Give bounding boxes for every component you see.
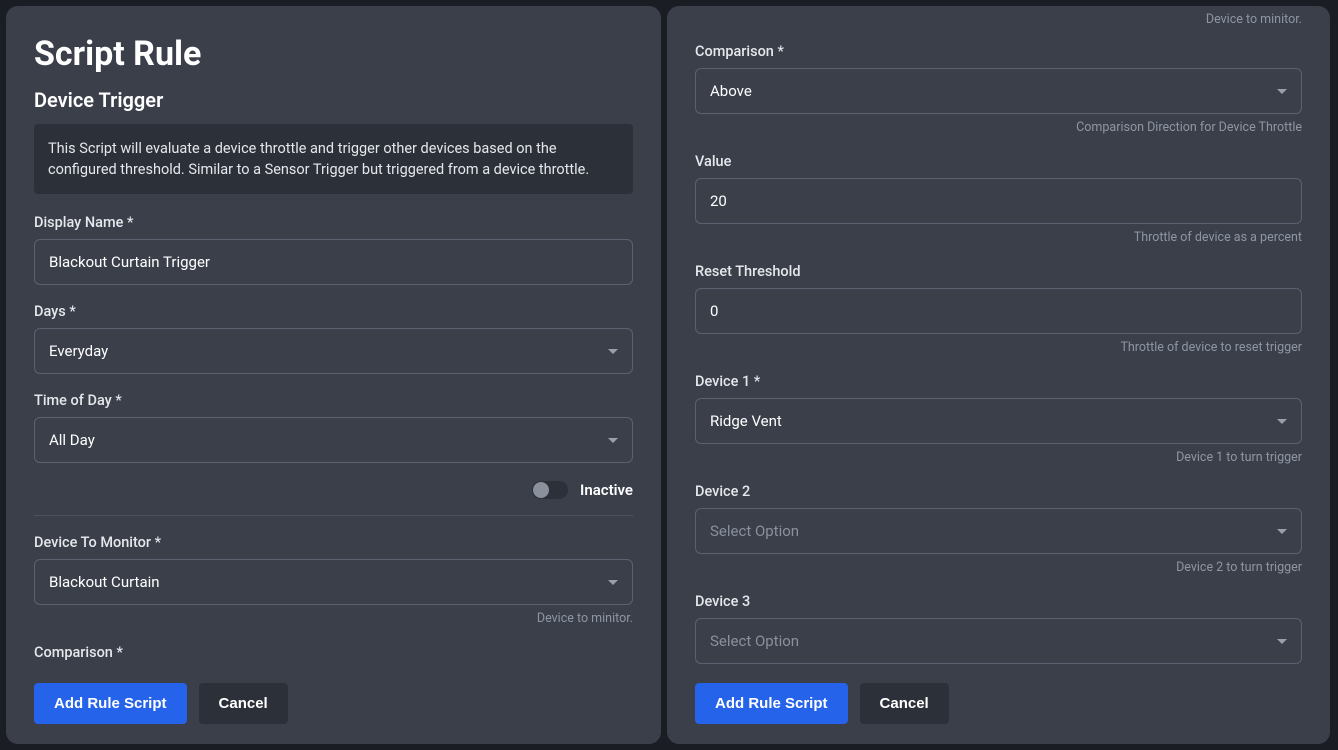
- select-device-to-monitor[interactable]: Blackout Curtain: [34, 559, 633, 605]
- hint-reset-threshold: Throttle of device to reset trigger: [695, 340, 1302, 355]
- hint-device-1: Device 1 to turn trigger: [695, 450, 1302, 465]
- chevron-down-icon: [1277, 419, 1287, 424]
- label-display-name: Display Name *: [34, 214, 633, 231]
- chevron-down-icon: [1277, 89, 1287, 94]
- cancel-button[interactable]: Cancel: [860, 683, 949, 724]
- chevron-down-icon: [1277, 529, 1287, 534]
- select-days-value: Everyday: [49, 342, 108, 360]
- panel-body-left: Script Rule Device Trigger This Script w…: [6, 6, 661, 669]
- field-value: Value 20 Throttle of device as a percent: [695, 153, 1302, 245]
- chevron-down-icon: [608, 580, 618, 585]
- label-device-to-monitor: Device To Monitor *: [34, 534, 633, 551]
- input-display-name-value: Blackout Curtain Trigger: [49, 253, 210, 271]
- toggle-row-inactive: Inactive: [34, 481, 633, 499]
- label-time-of-day: Time of Day *: [34, 392, 633, 409]
- select-device-3[interactable]: Select Option: [695, 618, 1302, 664]
- select-days[interactable]: Everyday: [34, 328, 633, 374]
- description-box: This Script will evaluate a device throt…: [34, 124, 633, 194]
- panel-footer-right: Add Rule Script Cancel: [667, 669, 1330, 744]
- add-rule-script-button[interactable]: Add Rule Script: [695, 683, 848, 724]
- hint-device-2: Device 2 to turn trigger: [695, 560, 1302, 575]
- select-device-1-value: Ridge Vent: [710, 412, 782, 430]
- add-rule-script-button[interactable]: Add Rule Script: [34, 683, 187, 724]
- divider: [34, 515, 633, 516]
- field-days: Days * Everyday: [34, 303, 633, 374]
- cancel-button[interactable]: Cancel: [199, 683, 288, 724]
- label-device-2: Device 2: [695, 483, 1302, 500]
- select-device-1[interactable]: Ridge Vent: [695, 398, 1302, 444]
- hint-value: Throttle of device as a percent: [695, 230, 1302, 245]
- field-device-3: Device 3 Select Option Device 3 to turn …: [695, 593, 1302, 669]
- select-device-2-placeholder: Select Option: [710, 522, 799, 540]
- panel-title: Script Rule: [34, 34, 633, 74]
- field-device-to-monitor: Device To Monitor * Blackout Curtain Dev…: [34, 534, 633, 626]
- label-comparison: Comparison *: [695, 43, 1302, 60]
- toggle-inactive[interactable]: [532, 481, 568, 499]
- panel-body-right: Device to minitor. Comparison * Above Co…: [667, 6, 1330, 669]
- select-time-of-day[interactable]: All Day: [34, 417, 633, 463]
- chevron-down-icon: [608, 438, 618, 443]
- input-value-value: 20: [710, 192, 727, 210]
- field-display-name: Display Name * Blackout Curtain Trigger: [34, 214, 633, 285]
- field-comparison: Comparison * Above Comparison Direction …: [695, 43, 1302, 135]
- label-comparison-cut: Comparison *: [34, 644, 633, 661]
- script-rule-panel-left: Script Rule Device Trigger This Script w…: [6, 6, 661, 744]
- panel-footer-left: Add Rule Script Cancel: [6, 669, 661, 744]
- chevron-down-icon: [1277, 639, 1287, 644]
- input-reset-threshold[interactable]: 0: [695, 288, 1302, 334]
- select-time-of-day-value: All Day: [49, 431, 95, 449]
- input-display-name[interactable]: Blackout Curtain Trigger: [34, 239, 633, 285]
- hint-comparison: Comparison Direction for Device Throttle: [695, 120, 1302, 135]
- input-value[interactable]: 20: [695, 178, 1302, 224]
- label-days: Days *: [34, 303, 633, 320]
- script-rule-panel-right: Device to minitor. Comparison * Above Co…: [667, 6, 1330, 744]
- select-comparison[interactable]: Above: [695, 68, 1302, 114]
- chevron-down-icon: [608, 349, 618, 354]
- label-reset-threshold: Reset Threshold: [695, 263, 1302, 280]
- select-comparison-value: Above: [710, 82, 752, 100]
- field-reset-threshold: Reset Threshold 0 Throttle of device to …: [695, 263, 1302, 355]
- field-device-2: Device 2 Select Option Device 2 to turn …: [695, 483, 1302, 575]
- toggle-inactive-label: Inactive: [580, 481, 633, 499]
- select-device-to-monitor-value: Blackout Curtain: [49, 573, 160, 591]
- field-device-1: Device 1 * Ridge Vent Device 1 to turn t…: [695, 373, 1302, 465]
- toggle-knob: [533, 482, 549, 498]
- label-device-1: Device 1 *: [695, 373, 1302, 390]
- field-time-of-day: Time of Day * All Day: [34, 392, 633, 463]
- select-device-3-placeholder: Select Option: [710, 632, 799, 650]
- input-reset-threshold-value: 0: [710, 302, 718, 320]
- label-device-3: Device 3: [695, 593, 1302, 610]
- hint-device-to-monitor: Device to minitor.: [34, 611, 633, 626]
- select-device-2[interactable]: Select Option: [695, 508, 1302, 554]
- hint-top-right: Device to minitor.: [695, 12, 1302, 27]
- label-value: Value: [695, 153, 1302, 170]
- panel-subtitle: Device Trigger: [34, 88, 633, 112]
